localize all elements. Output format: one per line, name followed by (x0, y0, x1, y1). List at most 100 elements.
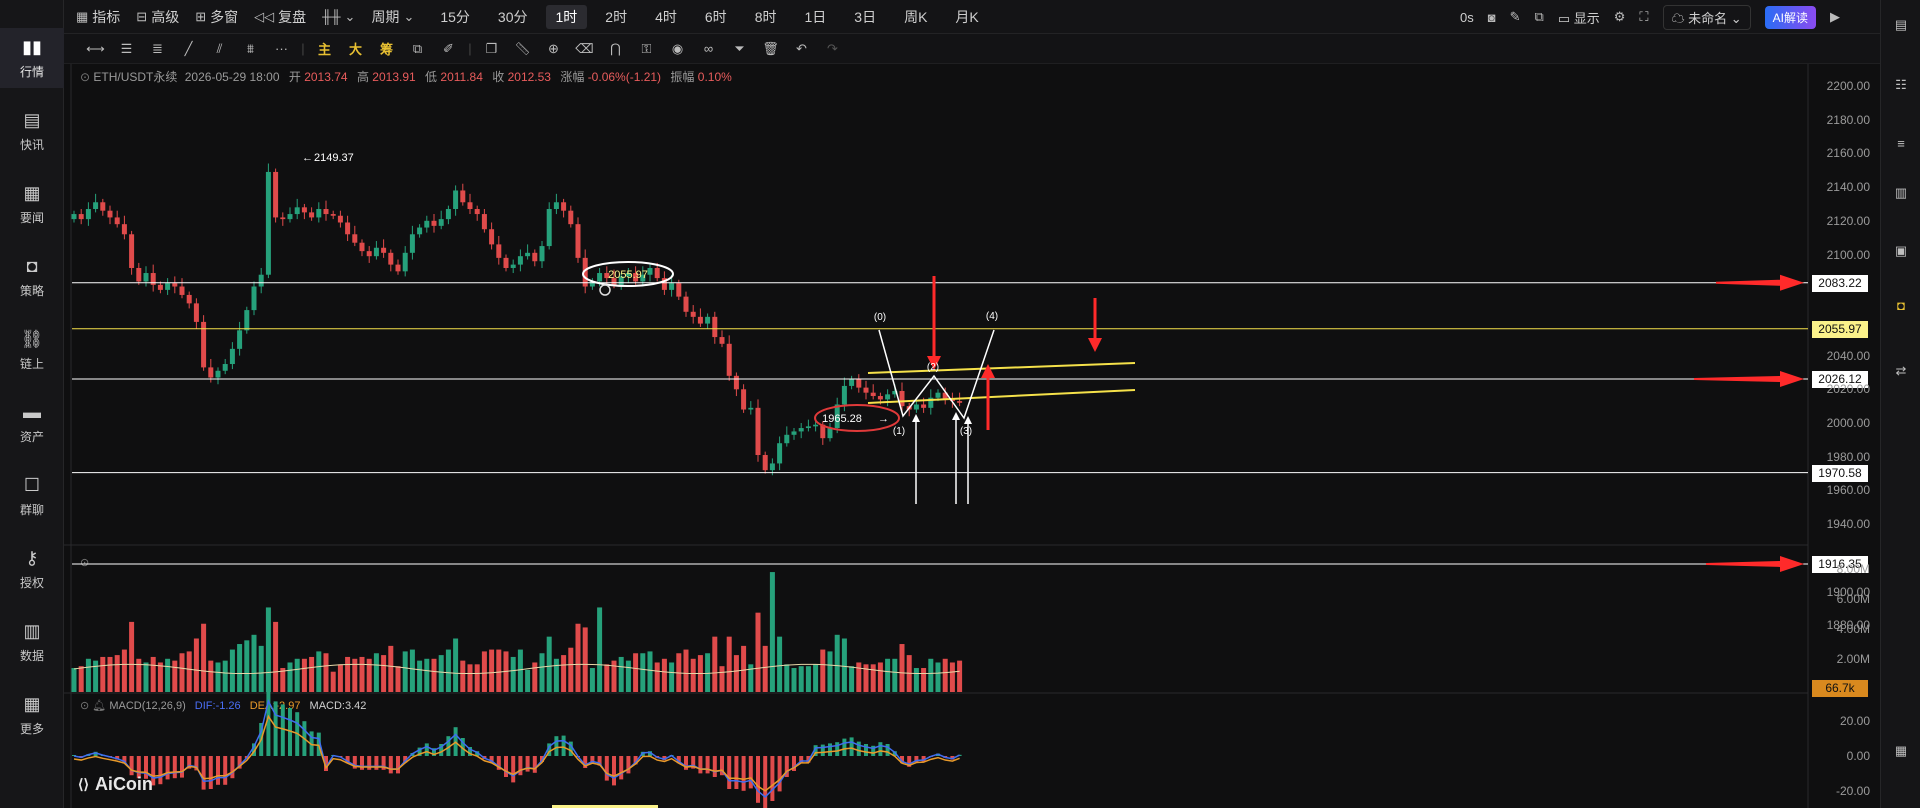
candle-body (309, 212, 315, 218)
volume-bar (921, 668, 927, 692)
macd-histogram-bar (864, 744, 868, 756)
macd-dea-line (73, 714, 960, 792)
candle-body (323, 209, 329, 215)
candlestick-chart[interactable]: ← 2149.37 2055.97 1965.28 → (0) (1) (2) (3) (4) (0, 0, 1880, 808)
volume-bar (589, 668, 595, 692)
app-window: ▮▮ 行情 ▤ 快讯 ▦ 要闻 ◘ 策略 ⛓ 链上 ▬ 资产 ☐ 群聊 ⚷ 授权 ▥ 数据 ▦ 更多 ▦ 指标 ⊟ 高级 … (0, 0, 1920, 808)
candle-body (345, 222, 351, 235)
candle-body (683, 296, 689, 312)
macd-histogram-bar (424, 743, 429, 756)
candle-body (647, 267, 653, 275)
wave-label: (4) (986, 311, 998, 322)
swap-icon[interactable]: ⇄ (1881, 356, 1920, 386)
volume-bar (474, 664, 480, 692)
candle-body (755, 407, 761, 456)
volume-ma-line (73, 663, 960, 675)
candle-body (294, 207, 300, 215)
volume-bar (193, 638, 199, 692)
candle-body (330, 214, 336, 216)
volume-bar (258, 645, 264, 692)
volume-bar (417, 660, 423, 692)
volume-bar (150, 656, 156, 692)
red-arrow (1706, 555, 1804, 572)
red-arrow (1716, 274, 1804, 291)
price-axis-label: 2200.00 (1826, 79, 1870, 93)
candle-body (517, 256, 523, 265)
volume-bar (395, 666, 401, 692)
list-icon[interactable]: ☷ (1881, 70, 1920, 100)
depth-icon[interactable]: ▥ (1881, 178, 1920, 208)
macd-histogram-bar (208, 756, 213, 789)
candle-body (568, 210, 574, 225)
candle-body (121, 224, 127, 235)
volume-bar (661, 658, 667, 692)
macd-histogram-bar (388, 756, 393, 774)
macd-histogram-bar (604, 756, 609, 781)
candle-body (481, 214, 487, 230)
macd-histogram-bar (561, 735, 566, 756)
anchor-handle (599, 284, 611, 296)
macd-histogram-bar (273, 701, 278, 756)
volume-bar (856, 662, 862, 692)
layout-icon[interactable]: ▦ (1881, 736, 1920, 766)
candle-body (244, 310, 250, 331)
candle-body (395, 264, 401, 272)
candle-body (575, 224, 581, 258)
volume-bar (323, 653, 329, 692)
volume-bar (798, 666, 804, 692)
volume-bar (755, 612, 761, 692)
vertical-red-arrow (927, 276, 941, 370)
macd-histogram-bar (158, 756, 163, 785)
candle-body (129, 234, 135, 268)
candle-body (352, 234, 358, 243)
volume-bar (316, 651, 322, 692)
price-axis-label: 2180.00 (1826, 112, 1870, 127)
volume-bar (870, 664, 876, 692)
candle-body (697, 316, 703, 324)
analysis-icon[interactable]: ▣ (1881, 236, 1920, 266)
volume-bar (121, 649, 127, 692)
volume-axis-label: 4.00M (1836, 622, 1870, 636)
volume-bar (237, 644, 243, 692)
volume-bar (726, 636, 732, 692)
volume-bar (179, 653, 185, 692)
candle-body (748, 407, 754, 410)
candle-body (863, 387, 869, 393)
volume-bar (640, 653, 646, 692)
candle-body (719, 337, 725, 344)
wave-label: (3) (960, 426, 972, 437)
volume-bar (791, 668, 797, 692)
volume-bar (93, 660, 99, 692)
macd-dif-line (73, 698, 960, 798)
candle-body (237, 330, 243, 349)
candle-body (539, 246, 545, 262)
bot-icon[interactable]: ◘ (1881, 290, 1920, 320)
volume-bar (892, 658, 898, 692)
volume-axis-label: 6.00M (1836, 592, 1870, 606)
volume-bar (244, 640, 250, 692)
candle-body (172, 283, 178, 287)
macd-histogram-bar (828, 743, 832, 756)
macd-histogram-bar (201, 756, 206, 790)
volume-bar (359, 656, 365, 692)
trades-icon[interactable]: ≡ (1881, 128, 1920, 158)
candle-body (93, 202, 99, 210)
volume-bar (654, 662, 660, 692)
vertical-red-arrow (1088, 298, 1102, 352)
candle-body (597, 273, 603, 282)
macd-histogram-bar (727, 756, 732, 789)
candle-body (849, 379, 855, 386)
candle-body (222, 364, 228, 371)
volume-axis-label: 8.00M (1836, 562, 1870, 576)
brand-label: AiCoin (94, 774, 153, 794)
volume-bar (445, 649, 451, 692)
candle-body (733, 375, 739, 390)
volume-bar (301, 658, 307, 692)
macd-axis-label: 0.00 (1846, 749, 1870, 763)
volume-bar (402, 651, 408, 692)
macd-histogram-bar (619, 756, 624, 780)
macd-histogram-bar (712, 756, 717, 777)
orderbook-icon[interactable]: ▤ (1881, 10, 1920, 40)
red-arrow (1694, 370, 1804, 387)
volume-bar (265, 607, 271, 692)
